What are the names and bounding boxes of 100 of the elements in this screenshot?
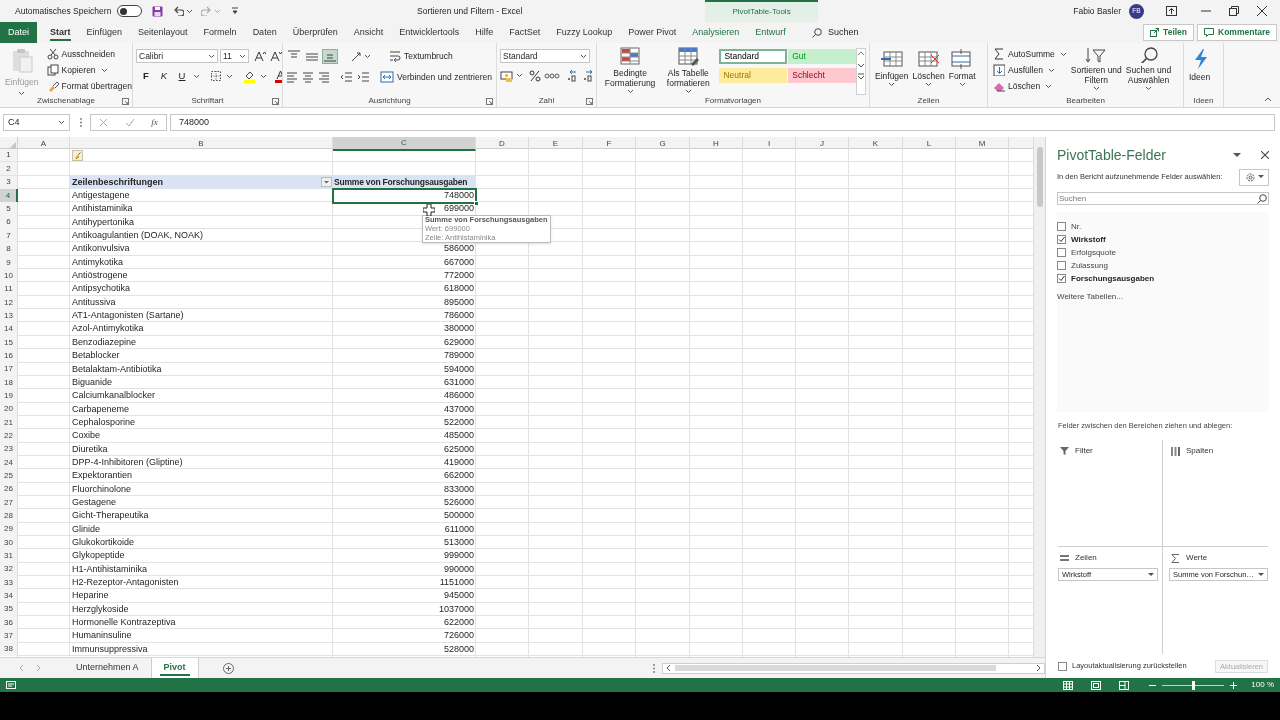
checkbox[interactable] — [1057, 222, 1066, 231]
dialog-launcher-icon[interactable] — [486, 98, 493, 105]
cell-style-swatch[interactable]: Schlecht — [788, 67, 857, 83]
font-grow-icon[interactable] — [254, 50, 266, 62]
column-header[interactable]: C — [333, 137, 476, 151]
underline-button[interactable]: U — [175, 69, 189, 83]
more-icon[interactable] — [79, 117, 83, 128]
font-shrink-icon[interactable] — [270, 50, 282, 62]
format-as-table-button[interactable]: Als Tabelle formatieren — [660, 45, 717, 95]
ribbon-tab[interactable]: FactSet — [501, 22, 549, 43]
column-header[interactable]: L — [903, 137, 956, 151]
row-header[interactable]: 2 — [0, 162, 18, 175]
gallery-scroll-control[interactable] — [856, 48, 866, 95]
column-header[interactable]: F — [583, 137, 636, 151]
number-format-field[interactable]: Standard — [500, 49, 590, 63]
row-header[interactable]: 31 — [0, 549, 18, 563]
formula-field[interactable]: 748000 — [170, 114, 1275, 131]
ribbon-tab[interactable]: Hilfe — [467, 22, 502, 43]
row-header[interactable]: 37 — [0, 629, 18, 643]
row-header[interactable]: 16 — [0, 349, 18, 363]
ribbon-tab[interactable]: Einfügen — [78, 22, 131, 43]
row-header[interactable]: 13 — [0, 309, 18, 323]
zoom-level[interactable]: 100 % — [1251, 679, 1274, 691]
name-box[interactable]: C4 — [3, 114, 70, 131]
merge-center-button[interactable]: Verbinden und zentrieren — [378, 69, 496, 85]
page-break-icon[interactable] — [1119, 680, 1130, 690]
ribbon-tab[interactable]: Power Pivot — [620, 22, 685, 43]
checkbox[interactable] — [1057, 235, 1066, 244]
column-header[interactable]: H — [690, 137, 743, 151]
column-header[interactable]: D — [476, 137, 529, 151]
column-header[interactable]: G — [636, 137, 690, 151]
horizontal-scrollbar[interactable] — [661, 662, 1045, 674]
row-header[interactable]: 28 — [0, 509, 18, 523]
field-label[interactable]: Forschungsausgaben — [1071, 272, 1155, 285]
cell-style-swatch[interactable]: Standard — [719, 49, 788, 64]
row-header[interactable]: 19 — [0, 389, 18, 403]
orientation-icon[interactable] — [350, 50, 362, 62]
page-layout-icon[interactable] — [1091, 680, 1102, 690]
ribbon-tab[interactable]: Datei — [0, 22, 37, 43]
restore-icon[interactable] — [1229, 6, 1239, 16]
copy-button[interactable]: Kopieren — [44, 62, 132, 78]
sort-filter-button[interactable]: Sortieren und Filtern — [1068, 45, 1124, 95]
checkbox[interactable] — [1058, 661, 1067, 671]
search-field[interactable]: Suchen — [1057, 192, 1269, 205]
cell-style-swatch[interactable]: Neutral — [719, 67, 788, 83]
font-name-field[interactable]: Calibri — [136, 49, 218, 63]
autosum-button[interactable]: AutoSumme — [991, 46, 1069, 62]
field-label[interactable]: Wirkstoff — [1071, 233, 1106, 246]
row-header[interactable]: 22 — [0, 429, 18, 443]
fill-color-icon[interactable] — [243, 69, 256, 83]
vertical-scrollbar[interactable] — [1033, 137, 1045, 657]
row-header[interactable]: 14 — [0, 322, 18, 336]
field-label[interactable]: Nr. — [1071, 220, 1082, 233]
ribbon-tab[interactable]: Analysieren — [684, 22, 748, 43]
row-header[interactable]: 36 — [0, 616, 18, 630]
fill-handle[interactable] — [474, 200, 479, 206]
autosave-toggle[interactable] — [117, 5, 143, 17]
bold-button[interactable]: F — [139, 69, 153, 83]
fill-button[interactable]: Ausfüllen — [991, 62, 1069, 78]
percent-icon[interactable] — [529, 69, 541, 82]
comments-button[interactable]: Kommentare — [1197, 24, 1277, 41]
insert-cells-button[interactable]: Einfügen — [873, 45, 911, 95]
ribbon-tab[interactable]: Entwicklertools — [391, 22, 468, 43]
dialog-launcher-icon[interactable] — [272, 98, 279, 105]
filter-dropdown-icon[interactable] — [321, 177, 332, 188]
italic-button[interactable]: K — [157, 69, 171, 83]
format-painter-button[interactable]: Format übertragen — [44, 78, 132, 94]
zoom-in-icon[interactable] — [1230, 681, 1238, 689]
checkbox[interactable] — [1057, 261, 1066, 270]
ribbon-display-icon[interactable] — [1166, 6, 1177, 16]
sheet-status-icon[interactable] — [6, 681, 16, 689]
close-icon[interactable] — [1257, 6, 1267, 16]
dialog-launcher-icon[interactable] — [122, 98, 129, 105]
share-button[interactable]: Teilen — [1143, 24, 1195, 41]
more-tables-link[interactable]: Weitere Tabellen... — [1057, 291, 1269, 303]
column-header[interactable]: J — [796, 137, 849, 151]
selected-cell[interactable]: 748000 — [333, 189, 476, 203]
font-size-field[interactable]: 11 — [220, 49, 249, 63]
ideas-button[interactable]: Ideen — [1187, 45, 1213, 95]
zoom-slider-thumb[interactable] — [1191, 680, 1195, 690]
find-select-button[interactable]: Suchen und Auswählen — [1123, 45, 1174, 95]
borders-icon[interactable] — [210, 70, 222, 82]
ribbon-tab[interactable]: Start — [42, 22, 79, 43]
search-box[interactable]: Suchen — [807, 22, 863, 43]
row-header[interactable]: 7 — [0, 229, 18, 243]
field-label[interactable]: Erfolgsquote — [1071, 246, 1116, 259]
column-header[interactable]: E — [529, 137, 583, 151]
field-label[interactable]: Zulassung — [1071, 259, 1108, 272]
insert-function-button[interactable]: fx — [151, 115, 158, 130]
delete-cells-button[interactable]: Löschen — [910, 45, 947, 95]
save-icon[interactable] — [152, 5, 164, 17]
row-header[interactable]: 33 — [0, 576, 18, 590]
increase-indent-icon[interactable] — [357, 71, 370, 83]
ribbon-tab[interactable]: Seitenlayout — [130, 22, 196, 43]
ribbon-tab[interactable]: Daten — [244, 22, 285, 43]
currency-icon[interactable] — [500, 69, 513, 82]
row-header[interactable]: 1 — [0, 149, 18, 162]
row-header[interactable]: 25 — [0, 469, 18, 483]
close-icon[interactable] — [1261, 151, 1269, 159]
sheet-tab[interactable]: Pivot — [151, 658, 199, 678]
